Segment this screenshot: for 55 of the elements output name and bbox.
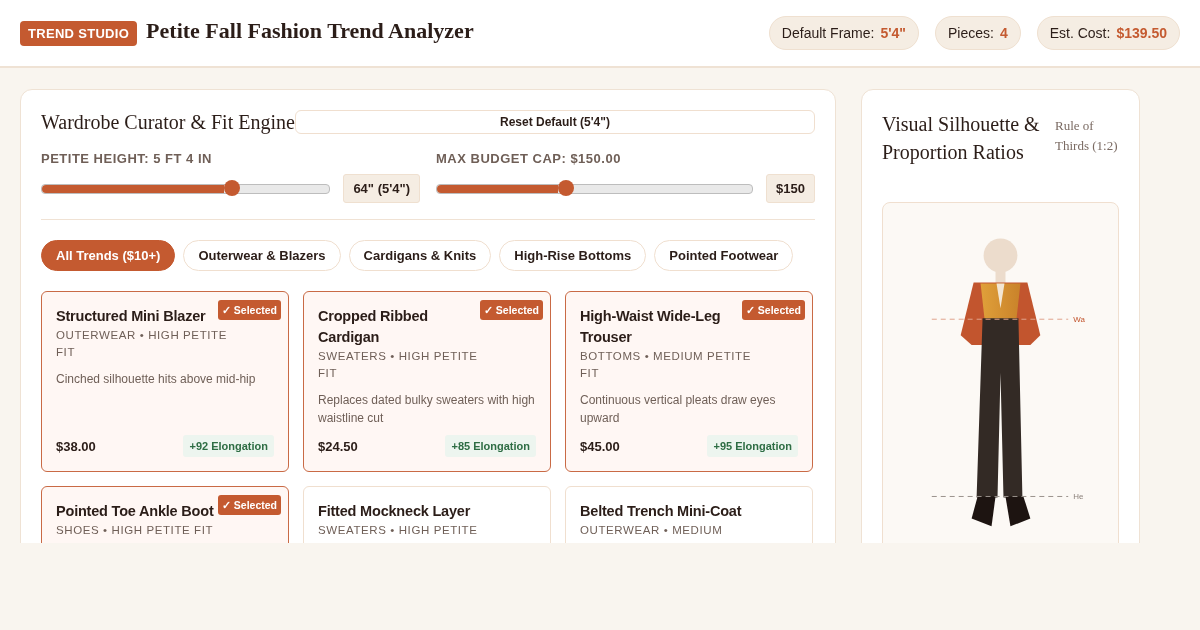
- product-price: $38.00: [56, 438, 96, 454]
- elongation-score: +92 Elongation: [183, 435, 274, 457]
- product-tags: SHOES • HIGH PETITE FIT: [56, 522, 274, 539]
- slider-thumb[interactable]: [558, 179, 575, 196]
- product-name: Fitted Mockneck Layer: [318, 502, 472, 521]
- slider-track[interactable]: [436, 183, 754, 194]
- panel-title: Wardrobe Curator & Fit Engine: [41, 110, 295, 134]
- product-card[interactable]: Fitted Mockneck Layer SWEATERS • HIGH PETITE: [303, 486, 551, 543]
- hem-label: He: [1073, 492, 1084, 502]
- slider-value: $150: [766, 174, 815, 203]
- filter-chip[interactable]: Pointed Footwear: [654, 240, 794, 271]
- product-tags: OUTERWEAR • HIGH PETITE FIT: [56, 327, 274, 361]
- filter-chip[interactable]: Outerwear & Blazers: [183, 240, 341, 271]
- product-tags: BOTTOMS • MEDIUM PETITE FIT: [580, 348, 798, 382]
- selected-badge: ✓ Selected: [479, 300, 543, 320]
- product-description: Continuous vertical pleats draw eyes upward: [580, 392, 777, 427]
- panel-title: Visual Silhouette & Proportion Ratios: [882, 112, 1041, 166]
- product-card[interactable]: Structured Mini Blazer ✓ Selected OUTERWEAR • HIGH PETITE FIT Cinched silhouette hits above mid-hip $38.00 +92 Elongation: [41, 291, 289, 472]
- selected-badge: ✓ Selected: [217, 300, 281, 320]
- reset-button[interactable]: Reset Default (5'4"): [294, 110, 815, 134]
- product-card[interactable]: High-Waist Wide-Leg Trouser ✓ Selected BOTTOMS • MEDIUM PETITE FIT Continuous vertical pleats draw eyes upward $45.00 +95 Elongation: [565, 291, 813, 472]
- filter-chip[interactable]: Cardigans & Knits: [348, 240, 492, 271]
- slider-value: 64" (5'4"): [343, 174, 420, 203]
- elongation-score: +95 Elongation: [707, 435, 798, 457]
- product-name: Cropped Ribbed Cardigan: [318, 307, 429, 347]
- product-tags: SWEATERS • HIGH PETITE FIT: [318, 348, 536, 382]
- product-description: Replaces dated bulky sweaters with high waistline cut: [318, 392, 536, 427]
- slider-track[interactable]: [41, 183, 331, 194]
- waist-label: Wa: [1073, 315, 1085, 325]
- product-tags: SWEATERS • HIGH PETITE: [318, 522, 536, 539]
- slider-thumb[interactable]: [223, 179, 240, 196]
- selected-badge: ✓ Selected: [217, 495, 281, 515]
- product-name: Structured Mini Blazer: [56, 307, 207, 326]
- product-card[interactable]: Belted Trench Mini-Coat OUTERWEAR • MEDIUM: [565, 486, 813, 543]
- slider-label: MAX BUDGET CAP: $150.00: [436, 151, 622, 166]
- product-price: $45.00: [580, 438, 620, 454]
- selected-badge: ✓ Selected: [741, 300, 805, 320]
- brand-badge: TREND STUDIO: [20, 20, 138, 46]
- elongation-score: +85 Elongation: [445, 435, 536, 457]
- product-name: High-Waist Wide-Leg Trouser: [580, 307, 722, 347]
- stat-pill: Default Frame: 5'4": [768, 16, 919, 50]
- slider-label: PETITE HEIGHT: 5 FT 4 IN: [41, 151, 213, 166]
- product-price: $24.50: [318, 438, 358, 454]
- ratio-note: Rule of Thirds (1:2): [1055, 117, 1119, 155]
- product-card[interactable]: Pointed Toe Ankle Boot ✓ Selected SHOES • HIGH PETITE FIT: [41, 486, 289, 543]
- filter-chip[interactable]: High-Rise Bottoms: [499, 240, 647, 271]
- app-title: Petite Fall Fashion Trend Analyzer: [146, 18, 474, 44]
- product-tags: OUTERWEAR • MEDIUM: [580, 522, 798, 539]
- product-name: Belted Trench Mini-Coat: [580, 502, 743, 521]
- stat-pill: Est. Cost: $139.50: [1036, 16, 1180, 50]
- filter-chip[interactable]: All Trends ($10+): [41, 240, 176, 271]
- product-name: Pointed Toe Ankle Boot: [56, 502, 215, 521]
- product-description: Cinched silhouette hits above mid-hip: [56, 371, 257, 388]
- product-card[interactable]: Cropped Ribbed Cardigan ✓ Selected SWEATERS • HIGH PETITE FIT Replaces dated bulky sweaters with high waistline cut $24.50 +85 Elongation: [303, 291, 551, 472]
- stat-pill: Pieces: 4: [935, 16, 1021, 50]
